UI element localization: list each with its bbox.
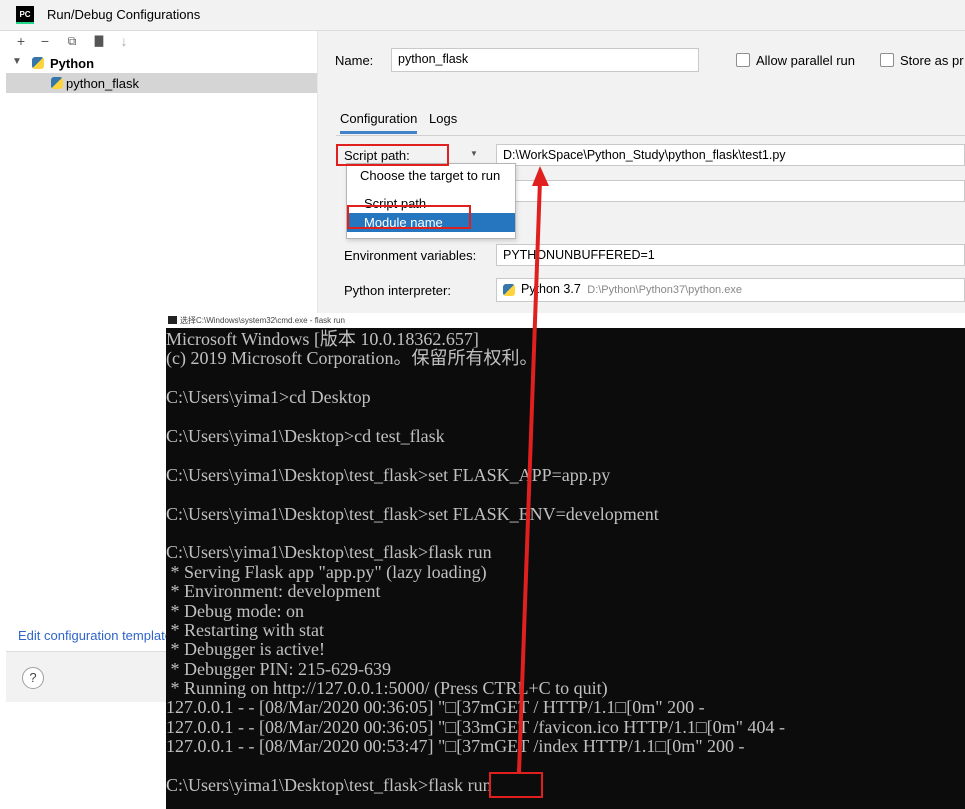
arrow-shaft — [517, 179, 542, 774]
annotation-arrow — [517, 166, 549, 774]
arrow-head — [532, 166, 549, 186]
